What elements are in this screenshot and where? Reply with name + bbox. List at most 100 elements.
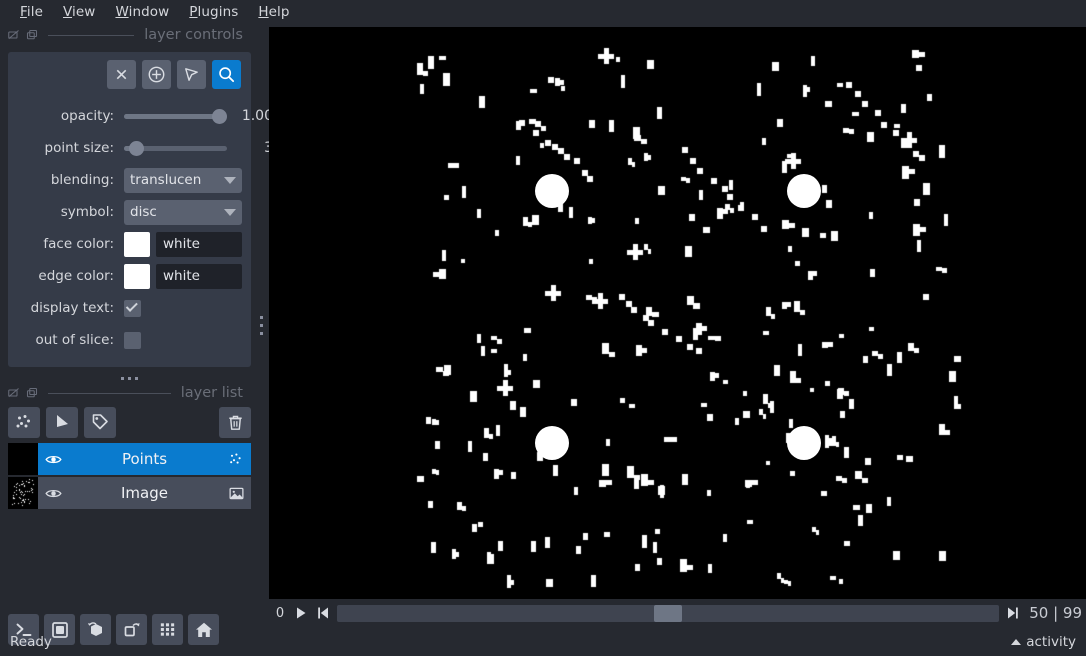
menu-file[interactable]: File	[10, 2, 53, 22]
display-text-row	[124, 292, 273, 324]
dims-step-forward-button[interactable]	[1005, 604, 1021, 622]
chevron-down-icon	[224, 176, 236, 184]
blending-label: blending:	[50, 172, 114, 188]
face-color-label: face color:	[43, 236, 114, 252]
opacity-slider-knob[interactable]	[212, 108, 227, 124]
layer-visibility-toggle[interactable]	[38, 450, 68, 469]
symbol-label: symbol:	[60, 204, 114, 220]
delete-layer-button[interactable]	[219, 406, 251, 438]
dock-title-rule	[48, 392, 171, 394]
viewer-canvas[interactable]	[269, 27, 1086, 599]
face-color-swatch[interactable]	[124, 231, 150, 257]
edge-color-label: edge color:	[38, 268, 114, 284]
splitter-dot	[259, 331, 263, 335]
point-size-slider[interactable]	[124, 132, 227, 164]
blending-row: translucen	[124, 164, 273, 196]
float-dock-icon[interactable]	[8, 387, 20, 399]
eye-icon	[44, 489, 62, 497]
splitter-dot	[128, 376, 131, 380]
status-bar: Ready activity	[0, 628, 1086, 656]
layer-list-buttons	[8, 406, 251, 438]
napari-main-window: File View Window Plugins Help layer cont…	[0, 0, 1086, 656]
splitter-dot	[121, 376, 124, 380]
dims-counter: 50 | 99	[1027, 604, 1082, 622]
dock-title-rule	[48, 34, 135, 36]
activity-label: activity	[1026, 634, 1076, 650]
dims-step-back-button[interactable]	[315, 604, 331, 622]
layer-name-label: Image	[121, 484, 168, 502]
layer-type-icon-image	[221, 485, 251, 502]
splitter-dot	[259, 323, 263, 327]
dims-axis-label: 0	[275, 605, 285, 621]
new-labels-layer-button[interactable]	[84, 406, 116, 438]
display-text-checkbox[interactable]	[124, 299, 141, 317]
layer-thumbnail	[8, 477, 38, 509]
delete-selected-points-button[interactable]	[107, 60, 136, 89]
menu-file-accel: F	[20, 4, 27, 20]
menu-bar: File View Window Plugins Help	[0, 0, 1086, 24]
edge-color-value[interactable]: white	[156, 263, 242, 289]
point-marker[interactable]	[535, 426, 569, 460]
float-dock-icon[interactable]	[8, 29, 20, 41]
chevron-down-icon	[224, 208, 236, 216]
labels-tag-icon	[92, 414, 108, 430]
menu-view-accel: V	[63, 4, 73, 20]
plus-circle-icon	[148, 66, 165, 83]
symbol-value: disc	[130, 204, 157, 220]
dims-slider-track[interactable]	[337, 604, 1000, 622]
dims-slider-handle[interactable]	[654, 604, 683, 622]
shapes-icon	[57, 415, 68, 427]
dims-play-button[interactable]	[293, 604, 309, 622]
menu-view[interactable]: View	[53, 2, 105, 22]
out-of-slice-checkbox[interactable]	[124, 331, 141, 349]
pan-zoom-button[interactable]	[212, 60, 241, 89]
edge-color-swatch[interactable]	[124, 263, 150, 289]
dims-separator: |	[1053, 604, 1059, 622]
cursor-arrow-icon	[185, 68, 198, 81]
add-points-button[interactable]	[142, 60, 171, 89]
chevron-up-icon	[1011, 639, 1022, 645]
point-size-value: 3	[235, 140, 273, 156]
point-marker[interactable]	[787, 426, 821, 460]
menu-view-rest: iew	[72, 4, 96, 20]
select-points-button[interactable]	[177, 60, 206, 89]
activity-button[interactable]: activity	[1011, 634, 1076, 650]
layer-row-image[interactable]: Image	[8, 477, 251, 509]
opacity-row: 1.00	[124, 100, 273, 132]
menu-help[interactable]: Help	[248, 2, 299, 22]
opacity-slider[interactable]	[124, 100, 227, 132]
new-points-layer-button[interactable]	[8, 406, 40, 438]
menu-window[interactable]: Window	[105, 2, 179, 22]
blending-dropdown[interactable]: translucen	[124, 167, 242, 193]
dock-vertical-splitter[interactable]	[256, 300, 266, 350]
close-dock-icon[interactable]	[26, 29, 38, 41]
x-icon	[116, 69, 127, 80]
image-layer-noise	[269, 27, 1086, 599]
point-marker[interactable]	[787, 174, 821, 208]
symbol-dropdown[interactable]: disc	[124, 199, 242, 225]
face-color-value[interactable]: white	[156, 231, 242, 257]
points-icon	[16, 415, 30, 428]
magnifier-icon	[219, 67, 235, 83]
layer-name-label: Points	[121, 450, 168, 468]
point-marker[interactable]	[535, 174, 569, 208]
splitter-dot	[259, 315, 263, 319]
menu-file-rest: ile	[26, 4, 43, 20]
status-message: Ready	[10, 634, 52, 650]
point-size-slider-knob[interactable]	[129, 140, 145, 156]
layer-controls-grid: opacity: 1.00 point size: blending: tran…	[8, 100, 273, 356]
points-mode-buttons	[107, 60, 241, 89]
menu-plugins[interactable]: Plugins	[179, 2, 248, 22]
layer-controls-panel: opacity: 1.00 point size: blending: tran…	[8, 52, 273, 367]
dims-current-value: 50	[1029, 604, 1049, 622]
blending-value: translucen	[130, 172, 202, 188]
new-shapes-layer-button[interactable]	[46, 406, 78, 438]
layer-thumbnail	[8, 443, 38, 475]
menu-help-rest: elp	[268, 4, 290, 20]
layer-controls-dock-title: layer controls	[0, 24, 259, 46]
checkmark-icon	[125, 299, 138, 312]
close-dock-icon[interactable]	[26, 387, 38, 399]
layer-visibility-toggle[interactable]	[38, 484, 68, 503]
display-text-label: display text:	[30, 300, 114, 316]
layer-row-points[interactable]: Points	[8, 443, 251, 475]
